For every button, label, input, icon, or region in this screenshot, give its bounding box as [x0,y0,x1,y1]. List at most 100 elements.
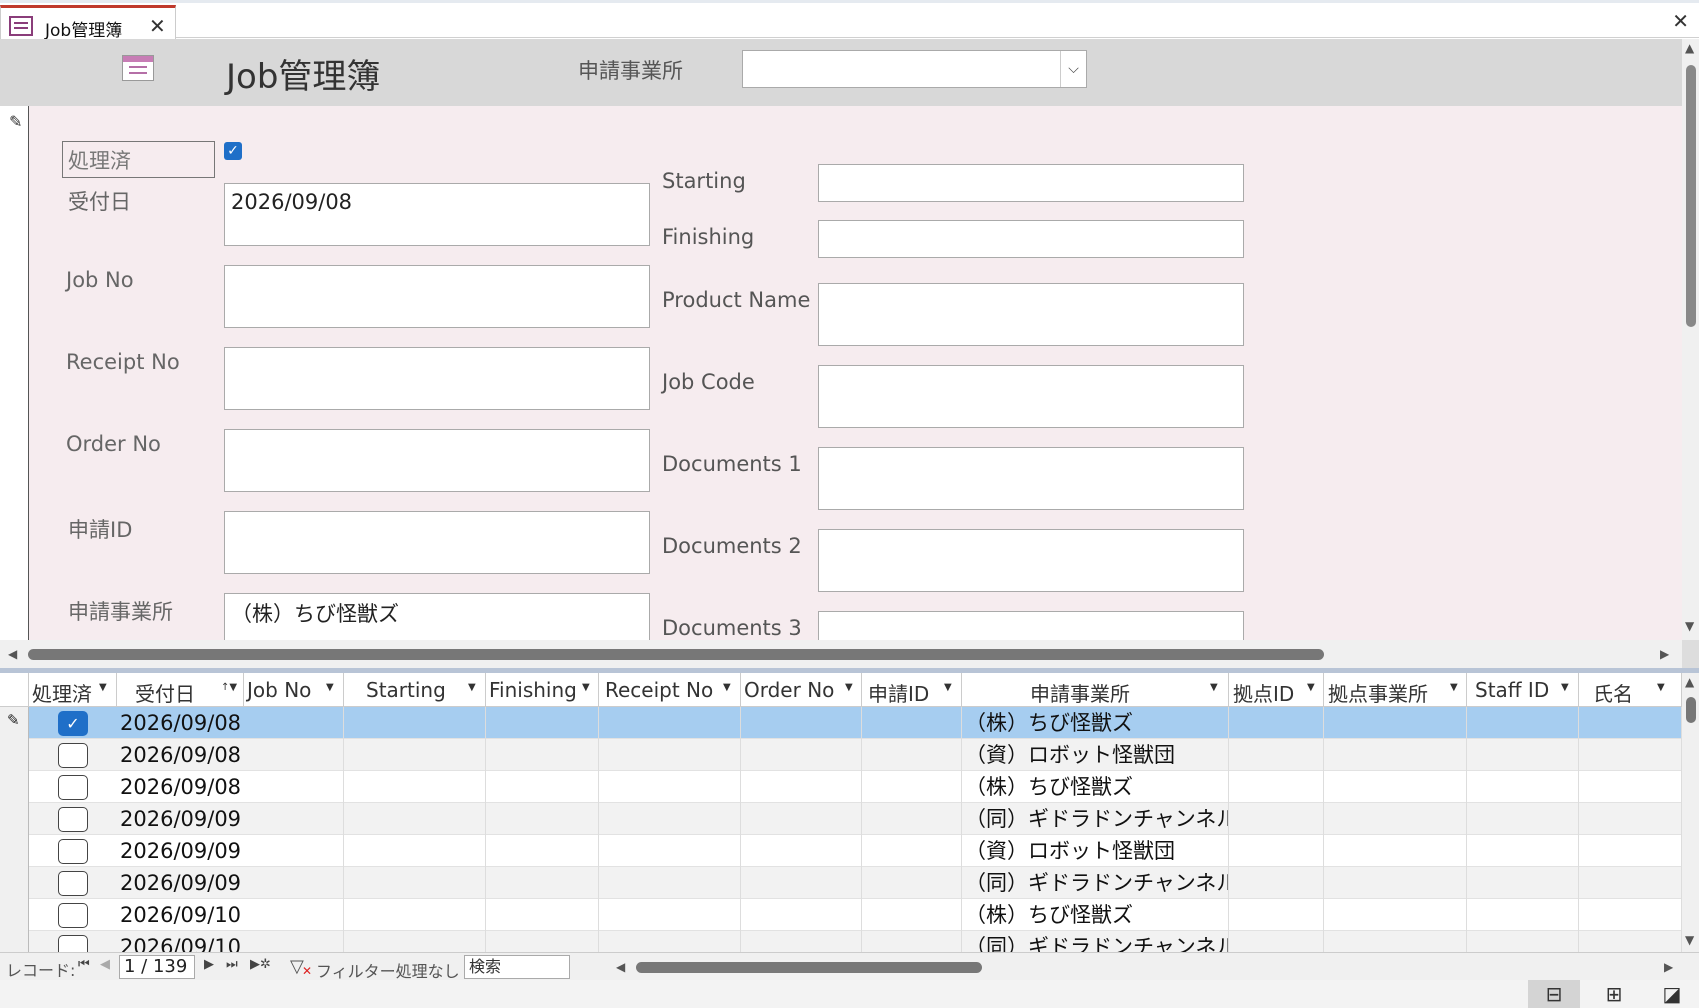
scroll-thumb[interactable] [1686,697,1696,723]
receipt-no-cell[interactable] [599,931,741,952]
finishing-field[interactable] [818,220,1244,258]
finishing-cell[interactable] [486,867,599,899]
first-record-icon[interactable]: ⏮ [78,957,90,972]
received-date-field[interactable]: 2026/09/08 [224,183,650,246]
name-cell[interactable] [1579,899,1682,931]
dropdown-arrow-icon[interactable]: ▼ [845,682,853,693]
application-id-cell[interactable] [862,931,962,952]
application-id-cell[interactable] [862,867,962,899]
name-cell[interactable] [1579,867,1682,899]
site-id-cell[interactable] [1229,899,1324,931]
site-office-cell[interactable] [1324,803,1467,835]
processed-checkbox[interactable] [58,839,88,864]
name-cell[interactable] [1579,835,1682,867]
application-id-cell[interactable] [862,899,962,931]
office-filter-combo[interactable]: ⌵ [742,50,1087,88]
office-cell[interactable]: （同）ギドラドンチャンネル [962,867,1229,899]
window-close-icon[interactable]: ✕ [1672,9,1689,33]
scroll-left-icon[interactable]: ◀ [616,960,625,974]
column-header-receipt-no[interactable]: Receipt No ▼ [599,673,741,707]
scroll-left-icon[interactable]: ◀ [8,647,17,661]
table-row[interactable]: ✎ ✓ 2026/09/08 （株）ちび怪獣ズ [0,707,1682,739]
job-code-field[interactable] [818,365,1244,428]
dropdown-arrow-icon[interactable]: ▼ [1307,682,1315,693]
staff-id-cell[interactable] [1467,931,1579,952]
office-field[interactable]: （株）ちび怪獣ズ [224,593,650,640]
design-view-button[interactable]: ◪ [1646,980,1698,1008]
finishing-cell[interactable] [486,707,599,739]
finishing-cell[interactable] [486,931,599,952]
receipt-no-cell[interactable] [599,899,741,931]
column-header-office[interactable]: 申請事業所 ▼ [962,673,1229,707]
staff-id-cell[interactable] [1467,707,1579,739]
column-header-staff-id[interactable]: Staff ID ▼ [1467,673,1579,707]
starting-cell[interactable] [344,739,486,771]
starting-cell[interactable] [344,707,486,739]
received-date-cell[interactable]: 2026/09/08 [117,771,344,803]
dropdown-arrow-icon[interactable]: ▼ [944,682,952,693]
scroll-thumb[interactable] [28,649,1324,660]
office-cell[interactable]: （株）ちび怪獣ズ [962,707,1229,739]
column-header-processed[interactable]: 処理済 ▼ [29,673,117,707]
finishing-cell[interactable] [486,739,599,771]
receipt-no-cell[interactable] [599,867,741,899]
office-cell[interactable]: （株）ちび怪獣ズ [962,771,1229,803]
form-horizontal-scrollbar[interactable]: ◀ ▶ [0,640,1682,668]
record-counter-input[interactable]: 1 / 139 [119,955,195,979]
receipt-no-field[interactable] [224,347,650,410]
processed-checkbox[interactable]: ✓ [58,711,88,736]
scroll-right-icon[interactable]: ▶ [1660,647,1669,661]
job-no-field[interactable] [224,265,650,328]
column-header-finishing[interactable]: Finishing ▼ [486,673,599,707]
staff-id-cell[interactable] [1467,835,1579,867]
name-cell[interactable] [1579,931,1682,952]
site-office-cell[interactable] [1324,835,1467,867]
column-header-site-id[interactable]: 拠点ID ▼ [1229,673,1324,707]
name-cell[interactable] [1579,803,1682,835]
name-cell[interactable] [1579,739,1682,771]
name-cell[interactable] [1579,707,1682,739]
processed-checkbox[interactable] [58,807,88,832]
site-office-cell[interactable] [1324,867,1467,899]
site-office-cell[interactable] [1324,739,1467,771]
application-id-cell[interactable] [862,835,962,867]
documents-1-field[interactable] [818,447,1244,510]
site-office-cell[interactable] [1324,899,1467,931]
office-cell[interactable]: （株）ちび怪獣ズ [962,899,1229,931]
site-office-cell[interactable] [1324,771,1467,803]
site-id-cell[interactable] [1229,803,1324,835]
documents-2-field[interactable] [818,529,1244,592]
table-row[interactable]: 2026/09/09 （資）ロボット怪獣団 [0,835,1682,867]
site-id-cell[interactable] [1229,707,1324,739]
new-record-icon[interactable]: ▶✲ [250,957,271,972]
starting-field[interactable] [818,164,1244,202]
column-header-job-no[interactable]: Job No ▼ [244,673,344,707]
processed-checkbox[interactable] [58,871,88,896]
staff-id-cell[interactable] [1467,867,1579,899]
staff-id-cell[interactable] [1467,771,1579,803]
table-row[interactable]: 2026/09/09 （同）ギドラドンチャンネル [0,803,1682,835]
dropdown-arrow-icon[interactable]: ▼ [582,682,590,693]
receipt-no-cell[interactable] [599,803,741,835]
received-date-cell[interactable]: 2026/09/10 [117,931,344,952]
finishing-cell[interactable] [486,771,599,803]
order-no-cell[interactable] [741,771,862,803]
dropdown-arrow-icon[interactable]: ▼ [468,682,476,693]
site-id-cell[interactable] [1229,931,1324,952]
starting-cell[interactable] [344,899,486,931]
table-row[interactable]: 2026/09/08 （資）ロボット怪獣団 [0,739,1682,771]
filter-status[interactable]: フィルター処理なし [316,958,460,982]
row-selector[interactable]: ✎ [0,707,29,739]
processed-checkbox[interactable] [58,775,88,800]
scroll-up-icon[interactable]: ▲ [1685,675,1694,689]
form-view-button[interactable]: ⊟ [1528,980,1580,1008]
row-selector[interactable] [0,835,29,867]
column-header-application-id[interactable]: 申請ID ▼ [862,673,962,707]
staff-id-cell[interactable] [1467,803,1579,835]
office-cell[interactable]: （資）ロボット怪獣団 [962,835,1229,867]
site-id-cell[interactable] [1229,835,1324,867]
application-id-field[interactable] [224,511,650,574]
scroll-down-icon[interactable]: ▼ [1685,933,1694,947]
processed-checkbox[interactable] [58,903,88,928]
order-no-cell[interactable] [741,707,862,739]
